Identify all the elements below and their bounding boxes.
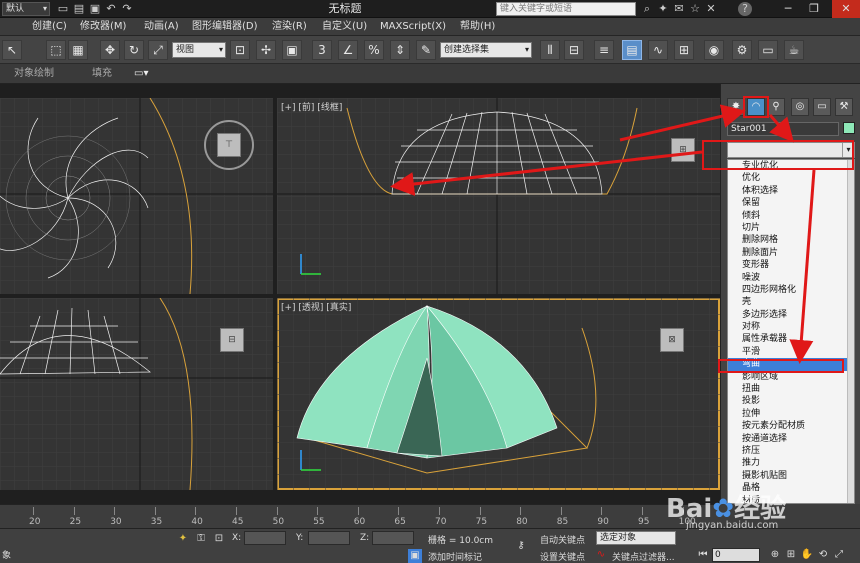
key-selection-value: 选定对象 [600, 533, 637, 543]
timeline-tick-label: 60 [353, 517, 366, 527]
status-prompt: 象 [2, 551, 12, 561]
key-mode-icon[interactable]: ⏮ [696, 548, 710, 562]
timeline-tick-label: 85 [556, 517, 569, 527]
x-label: X: [232, 533, 242, 543]
timeline-tick-label: 30 [110, 517, 122, 527]
timeline-tick-label: 45 [232, 517, 244, 527]
timeline[interactable]: 20 25 30 35 40 45 50 55 60 65 70 75 80 85 90 95 100 [0, 504, 720, 528]
timeline-tick-label: 40 [191, 517, 203, 527]
timeline-tick-mark [520, 507, 522, 515]
timeline-tick-label: 95 [638, 517, 650, 527]
timeline-tick-mark [479, 507, 481, 515]
pan-icon[interactable]: ✋ [800, 548, 814, 562]
timeline-tick-mark [642, 507, 643, 515]
orbit-icon[interactable]: ⟲ [816, 548, 830, 562]
watermark-url: jingyan.baidu.com [686, 520, 779, 531]
timeline-tick-label: 80 [516, 517, 528, 527]
timeline-tick-mark [317, 507, 319, 515]
timeline-tick-mark [236, 507, 237, 515]
timeline-tick-mark [398, 507, 400, 515]
key-selection-select[interactable]: 选定对象 [596, 531, 676, 545]
auto-key-button[interactable]: 自动关键点 [540, 533, 585, 546]
zoom-icon[interactable]: ⊕ [768, 548, 782, 562]
add-time-tag[interactable]: 添加时间标记 [428, 550, 482, 563]
x-coordinate-field[interactable] [244, 531, 286, 545]
timeline-tick-label: 65 [394, 517, 406, 527]
timeline-tick-mark [601, 507, 603, 515]
timeline-tick-label: 25 [69, 517, 82, 527]
y-coordinate-field[interactable] [308, 531, 350, 545]
timeline-tick-label: 35 [150, 517, 163, 527]
key-filters-button[interactable]: 关键点过滤器... [612, 550, 675, 563]
timeline-tick-label: 50 [272, 517, 285, 527]
timeline-tick-mark [276, 507, 278, 515]
maximize-viewport-icon[interactable]: ⤢ [832, 548, 846, 562]
z-coordinate-field[interactable] [372, 531, 414, 545]
lock-icon[interactable]: ⚿ [194, 532, 208, 546]
time-tag-icon[interactable]: ▣ [408, 549, 422, 563]
timeline-tick-label: 75 [475, 517, 488, 527]
annotation-arrows [390, 104, 816, 364]
timeline-tick-mark [357, 507, 359, 515]
timeline-tick-mark [195, 507, 197, 515]
timeline-tick-label: 55 [313, 517, 325, 527]
timeline-tick-mark [560, 507, 562, 515]
timeline-tick-label: 90 [597, 517, 609, 527]
lightbulb-icon[interactable]: ✦ [176, 532, 190, 546]
zoom-all-icon[interactable]: ⊞ [784, 548, 798, 562]
transform-mode-icon[interactable]: ⊡ [212, 532, 226, 546]
timeline-tick-mark [114, 507, 116, 515]
status-bar: 象 ✦ ⚿ ⊡ X: Y: Z: 栅格 = 10.0cm ▣ 添加时间标记 ⚷ … [0, 528, 860, 563]
timeline-tick-mark [73, 507, 75, 515]
grid-size: 栅格 = 10.0cm [428, 536, 494, 546]
current-frame-field[interactable]: 0 [712, 548, 760, 562]
set-key-button[interactable]: 设置关键点 [540, 550, 585, 563]
key-filter-icon[interactable]: ∿ [594, 548, 608, 562]
timeline-tick-mark [439, 507, 440, 515]
z-label: Z: [360, 533, 370, 543]
timeline-tick-label: 70 [435, 517, 447, 527]
key-icon[interactable]: ⚷ [512, 539, 530, 553]
timeline-tick-mark [154, 507, 156, 515]
timeline-tick-mark [33, 507, 34, 515]
y-label: Y: [296, 533, 304, 543]
timeline-tick-label: 20 [29, 517, 41, 527]
